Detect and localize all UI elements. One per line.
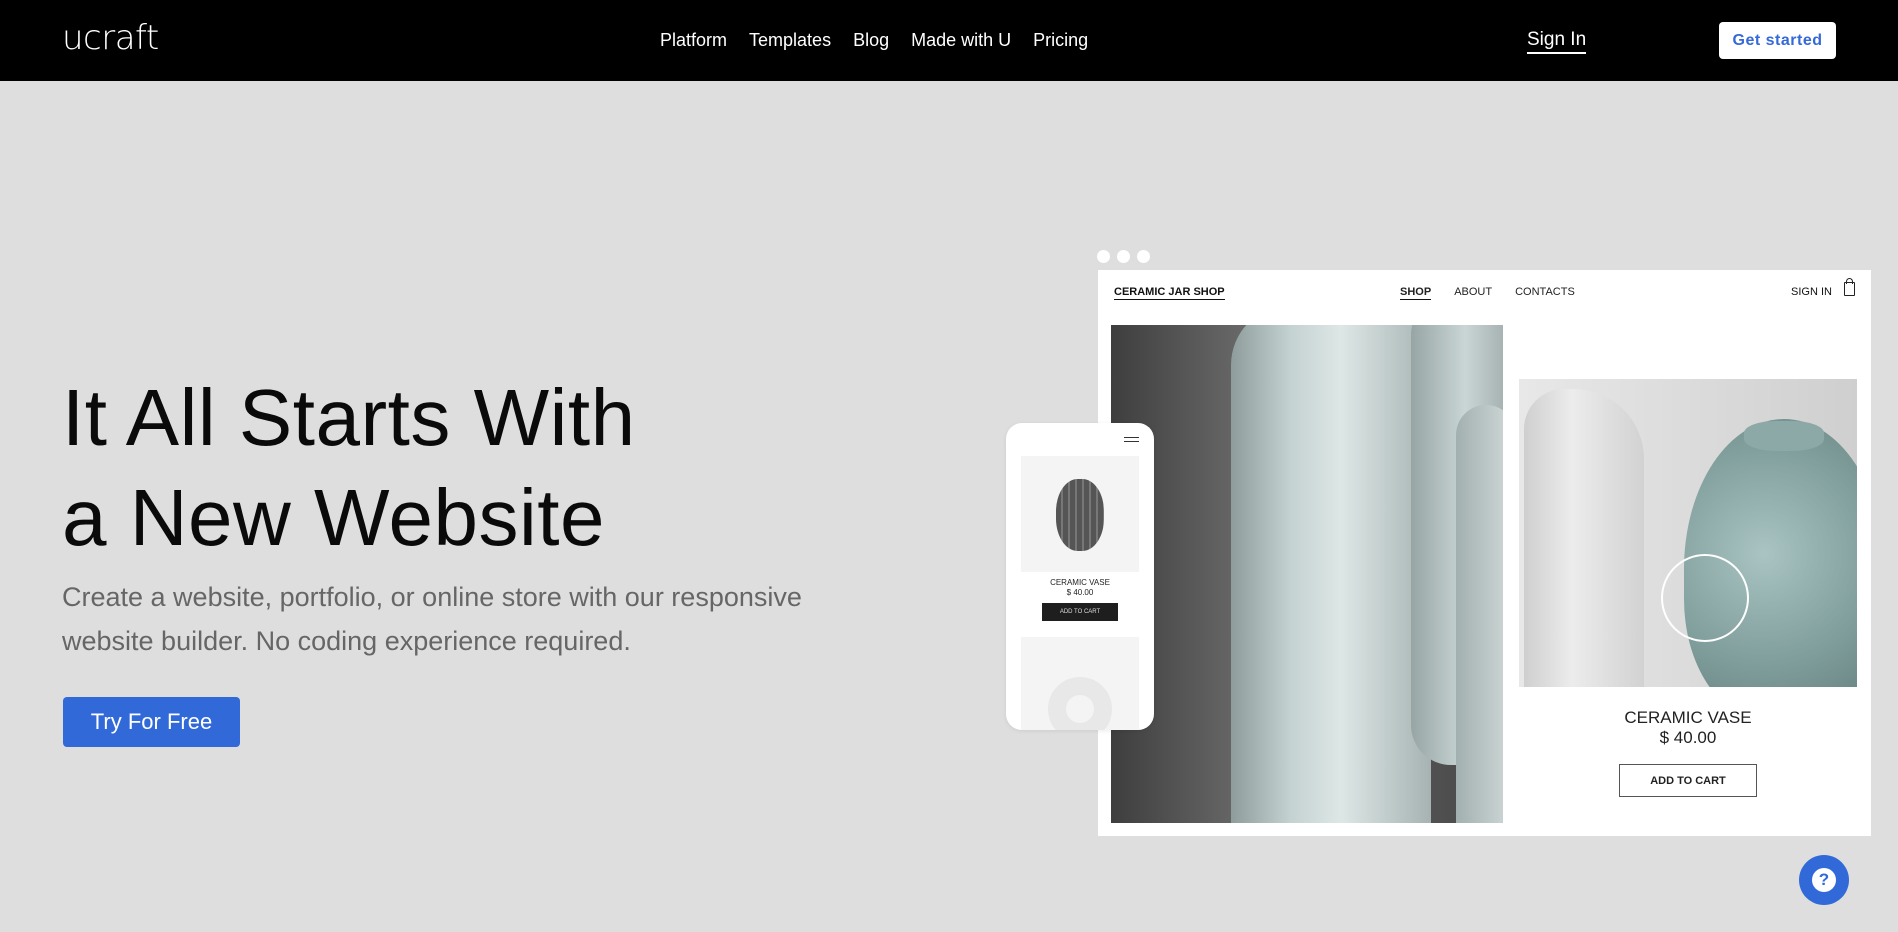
- shopping-bag-icon: [1844, 278, 1855, 296]
- mobile-product-photo: [1021, 456, 1139, 572]
- mobile-add-to-cart-button: ADD TO CART: [1042, 603, 1118, 621]
- shop-logo: CERAMIC JAR SHOP: [1114, 286, 1225, 300]
- donut-vase-shape: [1048, 677, 1112, 730]
- add-to-cart-button: ADD TO CART: [1619, 764, 1757, 797]
- vase-shape: [1524, 389, 1644, 687]
- hero-title-line-2: a New Website: [62, 473, 606, 562]
- nav-blog[interactable]: Blog: [853, 30, 889, 51]
- cursor-ring: [1661, 554, 1749, 642]
- top-navbar: ucraft Platform Templates Blog Made with…: [0, 0, 1898, 81]
- shop-nav-contacts: CONTACTS: [1515, 286, 1575, 298]
- vases-photo: [1111, 325, 1503, 823]
- mobile-product-photo-2: [1021, 637, 1139, 730]
- nav-made-with-u[interactable]: Made with U: [911, 30, 1011, 51]
- hero-title: It All Starts With a New Website: [62, 368, 636, 568]
- help-button[interactable]: ?: [1799, 855, 1849, 905]
- hero-title-line-1: It All Starts With: [62, 373, 636, 462]
- shop-nav-shop: SHOP: [1400, 286, 1432, 300]
- shop-nav-about: ABOUT: [1454, 286, 1493, 298]
- try-for-free-button[interactable]: Try For Free: [63, 697, 240, 747]
- mobile-product-price: $ 40.00: [1066, 588, 1094, 597]
- mobile-product-name: CERAMIC VASE: [1050, 578, 1110, 587]
- nav-templates[interactable]: Templates: [749, 30, 831, 51]
- hamburger-menu-icon: [1124, 437, 1139, 442]
- window-dot: [1097, 250, 1110, 263]
- get-started-button[interactable]: Get started: [1719, 22, 1836, 59]
- window-dot: [1117, 250, 1130, 263]
- sign-in-link[interactable]: Sign In: [1527, 29, 1587, 54]
- nav-pricing[interactable]: Pricing: [1033, 30, 1088, 51]
- product-name: CERAMIC VASE: [1624, 708, 1752, 727]
- product-photo: [1519, 379, 1857, 687]
- nav-platform[interactable]: Platform: [660, 30, 727, 51]
- product-price: $ 40.00: [1659, 728, 1717, 747]
- vase-shape: [1056, 479, 1104, 551]
- vase-shape: [1684, 419, 1857, 687]
- window-dot: [1137, 250, 1150, 263]
- shop-sign-in: SIGN IN: [1791, 286, 1832, 298]
- hero-subtitle: Create a website, portfolio, or online s…: [62, 582, 802, 656]
- mobile-preview: CERAMIC VASE $ 40.00 ADD TO CART: [1006, 423, 1154, 730]
- vase-shape: [1231, 325, 1431, 823]
- ucraft-logo[interactable]: ucraft: [62, 18, 159, 58]
- question-icon: ?: [1812, 868, 1836, 892]
- shop-nav: SHOP ABOUT CONTACTS: [1400, 286, 1575, 300]
- desktop-preview: CERAMIC JAR SHOP SHOP ABOUT CONTACTS SIG…: [1098, 270, 1871, 836]
- window-dots: [1097, 250, 1150, 263]
- main-nav: Platform Templates Blog Made with U Pric…: [660, 30, 1088, 51]
- vase-shape: [1456, 405, 1503, 823]
- vase-neck: [1744, 421, 1824, 451]
